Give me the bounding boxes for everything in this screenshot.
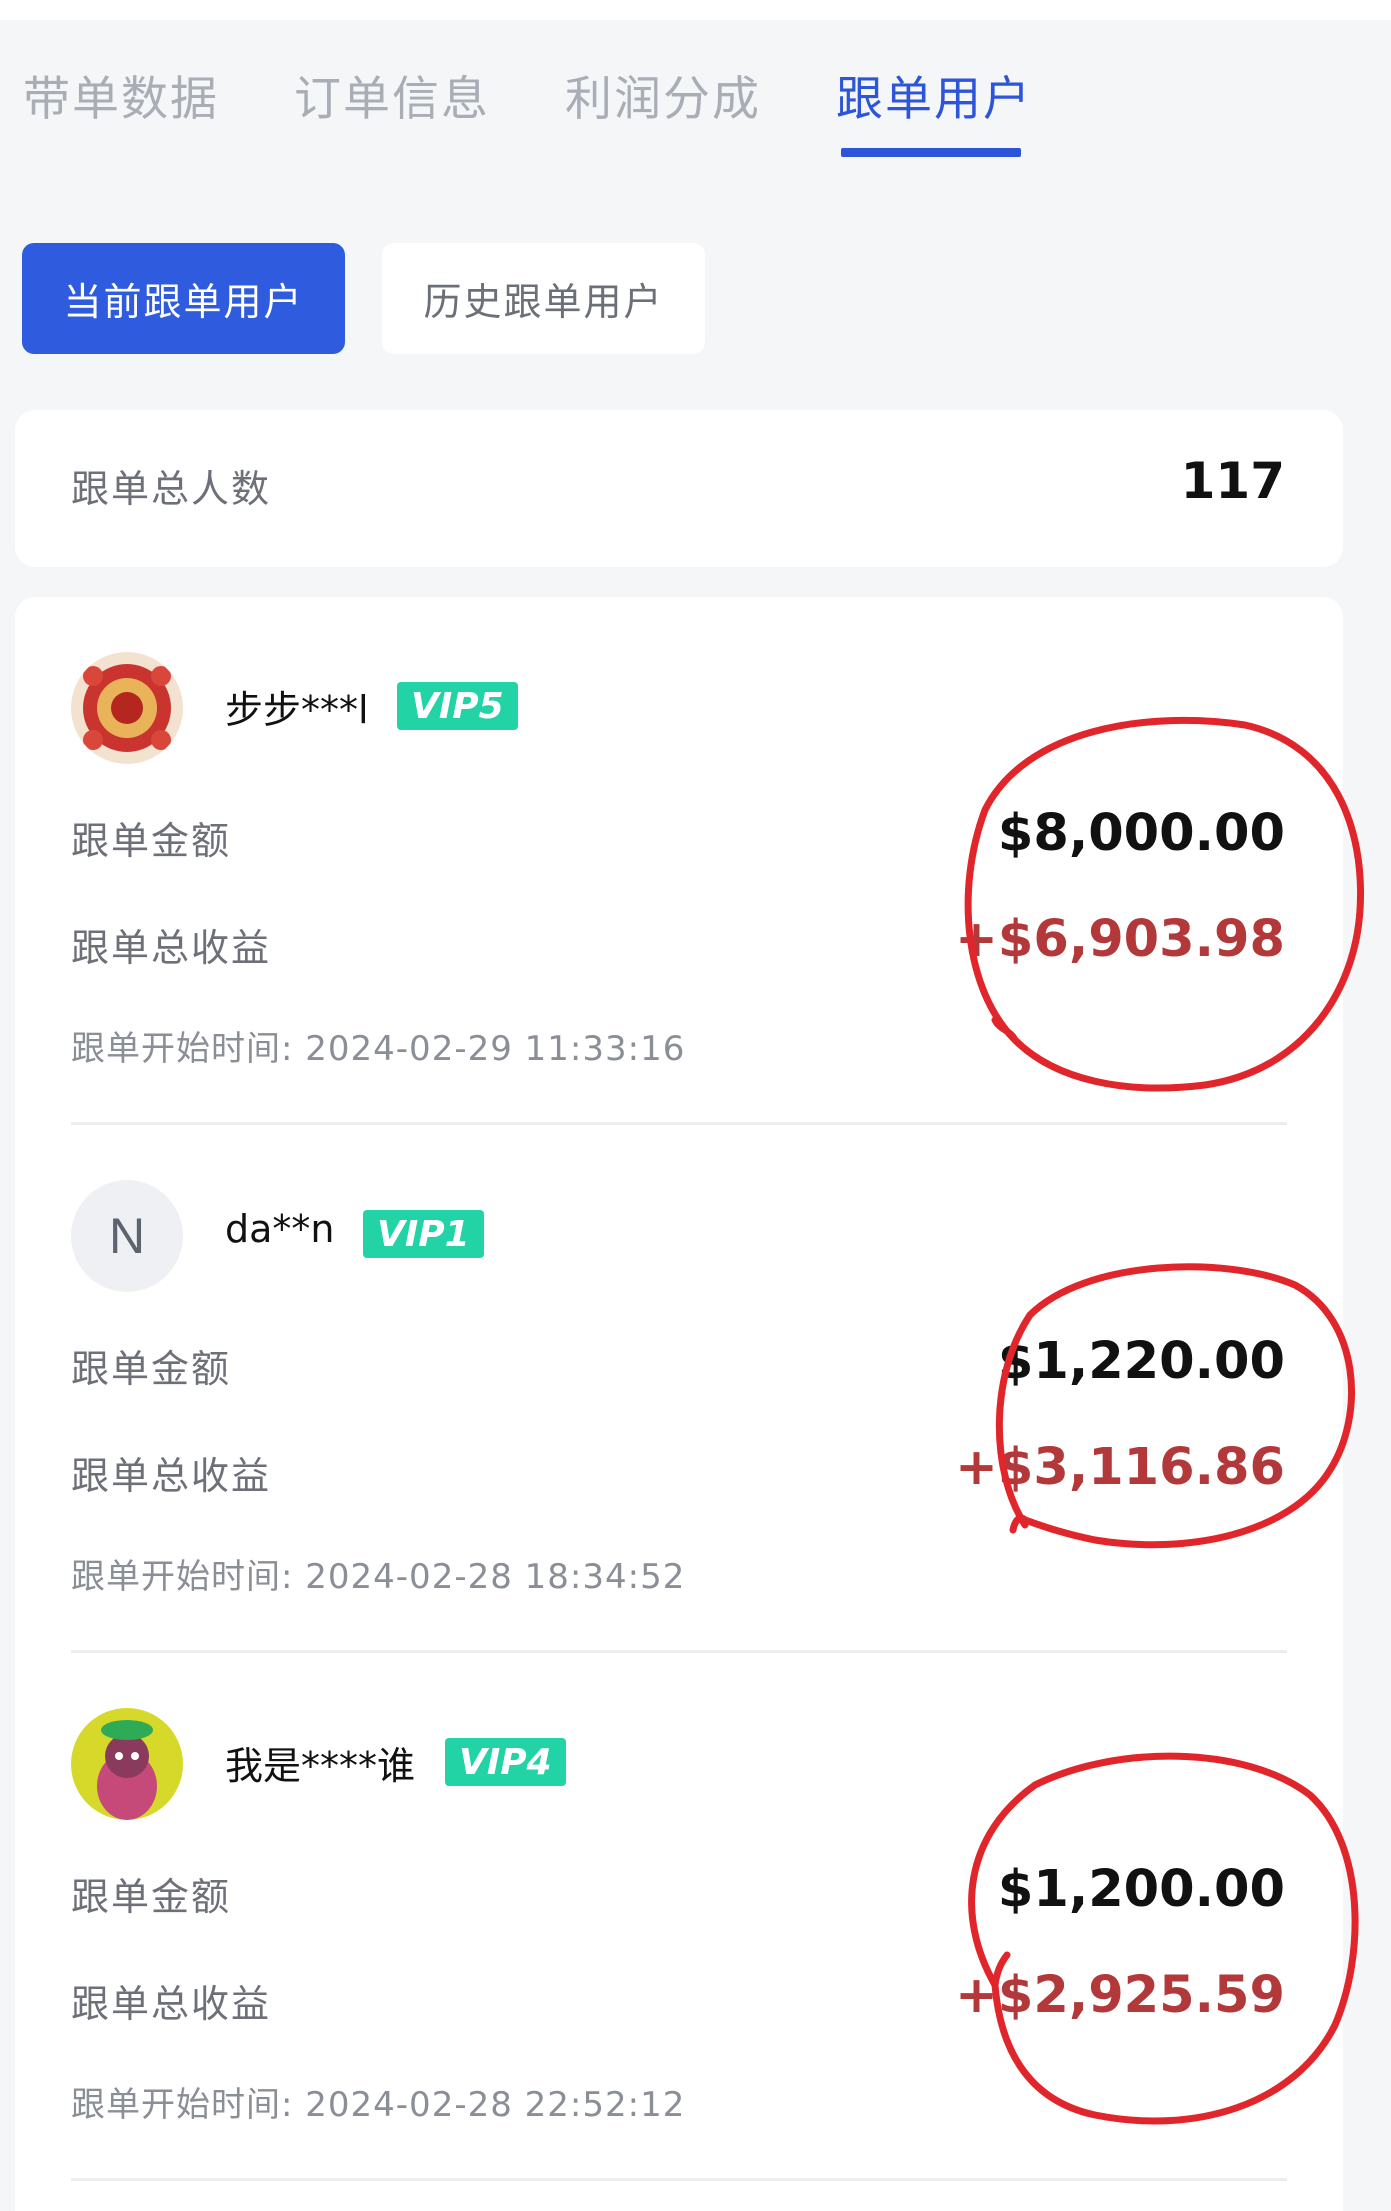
total-followers-value: 117: [1180, 452, 1285, 510]
list-item[interactable]: 我是****谁 VIP4 跟单金额 $1,200.00 跟单总收益 +$2,92…: [15, 1653, 1343, 2181]
username: da**n: [225, 1207, 335, 1251]
profit-label: 跟单总收益: [71, 1982, 272, 2026]
tab-lead-data[interactable]: 带单数据: [23, 60, 219, 140]
amount-label: 跟单金额: [71, 1875, 232, 1919]
tab-bar: 带单数据 订单信息 利润分成 跟单用户: [0, 60, 1391, 170]
start-time: 跟单开始时间: 2024-02-28 22:52:12: [71, 2085, 686, 2125]
username: 我是****谁: [225, 1744, 416, 1788]
amount-label: 跟单金额: [71, 1347, 232, 1391]
total-followers-label: 跟单总人数: [71, 467, 272, 511]
vip-badge: VIP5: [397, 682, 518, 730]
total-followers-card: 跟单总人数 117: [15, 410, 1343, 567]
total-profit: +$2,925.59: [955, 1966, 1285, 2025]
history-followers-button[interactable]: 历史跟单用户: [382, 243, 705, 354]
tab-order-info[interactable]: 订单信息: [294, 60, 490, 140]
tab-profit-share[interactable]: 利润分成: [565, 60, 761, 140]
follow-amount: $8,000.00: [997, 804, 1285, 863]
avatar: N: [71, 1180, 183, 1292]
total-profit: +$6,903.98: [955, 910, 1285, 969]
vip-badge: VIP4: [445, 1738, 566, 1786]
divider: [71, 2178, 1287, 2181]
vip-badge: VIP1: [363, 1210, 484, 1258]
top-band: [0, 0, 1391, 20]
list-item[interactable]: N da**n VIP1 跟单金额 $1,220.00 跟单总收益 +$3,11…: [15, 1125, 1343, 1653]
avatar-image: [71, 652, 183, 764]
list-item[interactable]: 步步***l VIP5 跟单金额 $8,000.00 跟单总收益 +$6,903…: [15, 597, 1343, 1125]
active-tab-indicator: [841, 148, 1021, 157]
profit-label: 跟单总收益: [71, 1454, 272, 1498]
profit-label: 跟单总收益: [71, 926, 272, 970]
follower-list: 步步***l VIP5 跟单金额 $8,000.00 跟单总收益 +$6,903…: [15, 597, 1343, 2211]
avatar: [71, 1708, 183, 1820]
start-time: 跟单开始时间: 2024-02-29 11:33:16: [71, 1029, 686, 1069]
tab-followers[interactable]: 跟单用户: [836, 60, 1032, 140]
avatar-image: [71, 1708, 183, 1820]
follow-amount: $1,220.00: [997, 1332, 1285, 1391]
follow-amount: $1,200.00: [997, 1860, 1285, 1919]
total-profit: +$3,116.86: [955, 1438, 1285, 1497]
avatar: [71, 652, 183, 764]
start-time: 跟单开始时间: 2024-02-28 18:34:52: [71, 1557, 686, 1597]
amount-label: 跟单金额: [71, 819, 232, 863]
username: 步步***l: [225, 688, 369, 732]
current-followers-button[interactable]: 当前跟单用户: [22, 243, 345, 354]
